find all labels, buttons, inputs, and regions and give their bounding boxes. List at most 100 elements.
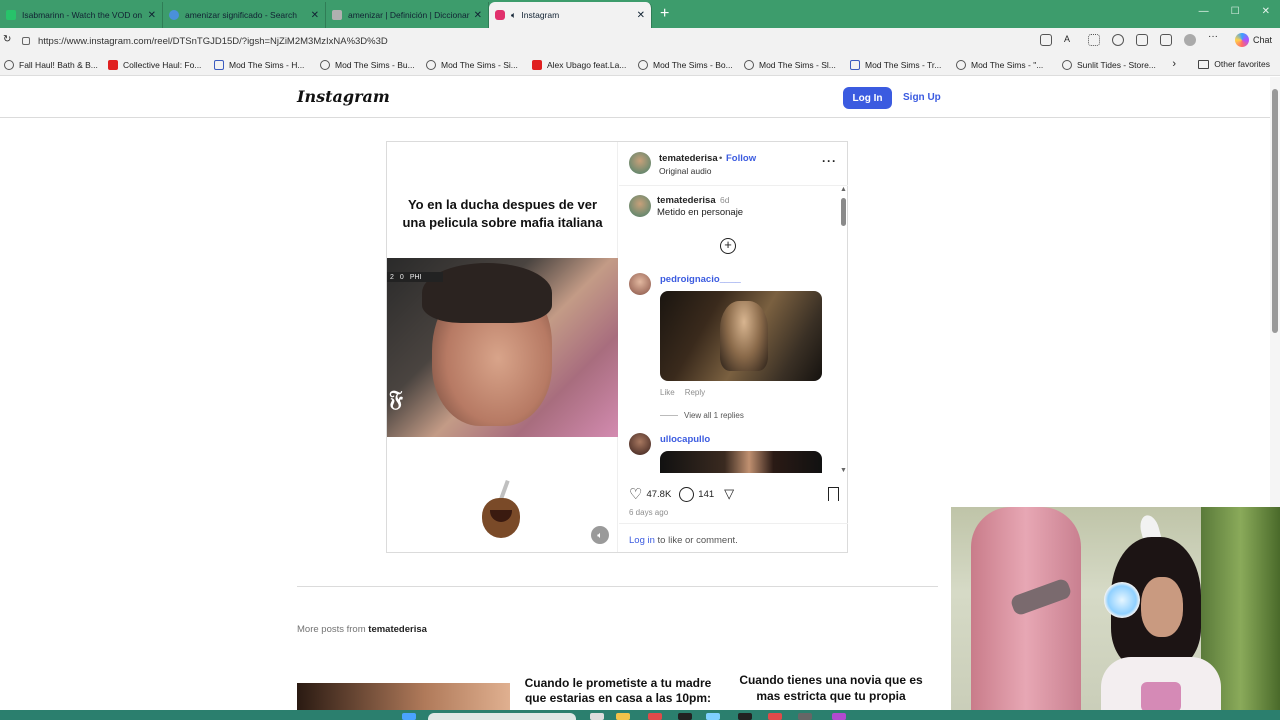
close-tab-icon[interactable]: ✕ (637, 10, 645, 21)
tab-kick-vod[interactable]: Isabmarinn - Watch the VOD on Ki ✕ (0, 2, 163, 28)
tab-instagram[interactable]: 🔈︎ Instagram ✕ (489, 2, 652, 28)
app-icon[interactable] (648, 713, 662, 720)
favorite-item[interactable]: Collective Haul: Fo... (108, 59, 208, 70)
favorite-item[interactable]: Sunlit Tides - Store... (1062, 59, 1162, 70)
favorite-item[interactable]: Mod The Sims - H... (214, 59, 314, 70)
mute-toggle-icon[interactable]: 🔈︎ (591, 526, 609, 544)
collections-icon[interactable] (1160, 34, 1172, 46)
maximize-icon[interactable]: ☐ (1231, 6, 1240, 17)
file-explorer-icon[interactable] (616, 713, 630, 720)
copilot-chat-button[interactable]: Chat (1234, 33, 1272, 47)
avatar[interactable] (629, 195, 651, 217)
post-sidebar: tematederisa • Follow Original audio ···… (619, 142, 848, 552)
new-tab-button[interactable]: + (660, 5, 669, 23)
comments-list[interactable]: tematederisa 6d Metido en personaje + pe… (619, 187, 848, 473)
share-icon[interactable]: ▽ (724, 486, 734, 502)
task-view-icon[interactable] (590, 713, 604, 720)
comment-actions: Like Reply (660, 388, 705, 397)
speaker-icon[interactable]: 🔈︎ (511, 10, 516, 21)
youtube-icon (108, 59, 118, 70)
reel-media[interactable]: Yo en la ducha despues de ver una pelicu… (387, 142, 618, 552)
globe-icon (956, 59, 966, 70)
scroll-up-icon[interactable]: ▲ (840, 186, 847, 193)
bookmark-icon[interactable] (828, 487, 839, 501)
comment-like-button[interactable]: Like (660, 388, 675, 397)
favorite-item[interactable]: Alex Ubago feat.La... (532, 59, 632, 70)
url-field[interactable]: https://www.instagram.com/reel/DTSnTGJD1… (22, 31, 1032, 51)
close-window-icon[interactable]: ✕ (1262, 6, 1270, 17)
favorites-bar: Fall Haul! Bath & B... Collective Haul: … (0, 54, 1280, 76)
avatar[interactable] (629, 152, 651, 174)
scroll-down-icon[interactable]: ▼ (840, 467, 847, 474)
start-icon[interactable] (402, 713, 416, 720)
refresh-icon[interactable]: ↻ (3, 34, 11, 45)
lock-icon[interactable] (22, 37, 30, 45)
caption-time: 6d (720, 195, 730, 205)
favorite-item[interactable]: Fall Haul! Bath & B... (4, 59, 102, 70)
other-favorites-button[interactable]: Other favorites (1198, 59, 1270, 69)
menu-dots-icon[interactable]: ··· (1208, 32, 1220, 46)
taskbar-search[interactable] (428, 713, 576, 720)
sign-up-link[interactable]: Sign Up (903, 92, 941, 103)
more-options-icon[interactable]: ··· (822, 154, 837, 168)
minimize-icon[interactable]: — (1199, 6, 1209, 17)
more-posts-username[interactable]: tematederisa (368, 624, 427, 635)
instagram-header: Instagram Log In Sign Up (0, 77, 1270, 118)
app-icon[interactable] (768, 713, 782, 720)
tab-diccionario[interactable]: amenizar | Definición | Diccionario ✕ (326, 2, 489, 28)
avatar[interactable] (629, 433, 651, 455)
avatar[interactable] (629, 273, 651, 295)
comment-icon[interactable] (679, 486, 695, 502)
extensions-icon[interactable] (1112, 34, 1124, 46)
caption-text: Metido en personaje (657, 207, 744, 218)
favorite-item[interactable]: Mod The Sims - Sl... (744, 59, 844, 70)
profile-avatar[interactable] (1184, 34, 1196, 46)
address-bar: ↻ https://www.instagram.com/reel/DTSnTGJ… (0, 28, 1280, 54)
log-in-button[interactable]: Log In (843, 87, 892, 109)
settings-icon[interactable] (1136, 34, 1148, 46)
caption-username[interactable]: tematederisa (657, 195, 716, 206)
tab-search[interactable]: amenizar significado - Search ✕ (163, 2, 326, 28)
comment-username[interactable]: pedroignacio____ (660, 274, 741, 285)
globe-icon (1062, 59, 1072, 70)
favorite-item[interactable]: Mod The Sims - Si... (426, 59, 526, 70)
favorite-star-icon[interactable] (1088, 34, 1100, 46)
follow-button[interactable]: Follow (726, 153, 756, 164)
search-icon (169, 10, 179, 20)
more-post-thumbnail[interactable] (297, 683, 510, 713)
load-more-comments-icon[interactable]: + (720, 238, 736, 254)
close-tab-icon[interactable]: ✕ (148, 10, 156, 21)
comment-reply-button[interactable]: Reply (685, 388, 705, 397)
scorebug: 2 0 PHI (387, 272, 443, 282)
globe-icon (638, 59, 648, 70)
app-icon[interactable] (738, 713, 752, 720)
favorite-item[interactable]: Mod The Sims - Bo... (638, 59, 738, 70)
close-tab-icon[interactable]: ✕ (311, 10, 319, 21)
read-aloud-icon[interactable]: A (1064, 34, 1076, 46)
original-audio-link[interactable]: Original audio (659, 166, 711, 176)
chevron-right-icon[interactable]: › (1172, 58, 1176, 70)
log-in-link[interactable]: Log in (629, 535, 655, 546)
app-icon[interactable] (678, 713, 692, 720)
instagram-icon (495, 10, 505, 20)
toolbar-icons: A ··· (1040, 32, 1220, 46)
more-post-thumbnail[interactable]: Cuando tienes una novia que es mas estri… (733, 672, 929, 704)
more-post-thumbnail[interactable]: Cuando le prometiste a tu madre que esta… (520, 676, 716, 706)
view-replies-button[interactable]: View all 1 replies (660, 411, 744, 420)
favorite-item[interactable]: Mod The Sims - Tr... (850, 59, 950, 70)
instagram-logo[interactable]: Instagram (297, 87, 390, 106)
edge-icon[interactable] (706, 713, 720, 720)
favorite-item[interactable]: Mod The Sims - "... (956, 59, 1056, 70)
apps-icon[interactable] (1040, 34, 1052, 46)
webcam-overlay (951, 507, 1280, 720)
app-icon[interactable] (832, 713, 846, 720)
section-divider (297, 586, 938, 587)
like-heart-icon[interactable]: ♡ (629, 485, 642, 503)
comment-username[interactable]: ullocapullo (660, 434, 710, 445)
close-tab-icon[interactable]: ✕ (474, 10, 482, 21)
favorite-item[interactable]: Mod The Sims - Bu... (320, 59, 420, 70)
owner-username[interactable]: tematederisa (659, 153, 718, 164)
comments-scrollbar[interactable]: ▲ ▼ (840, 186, 847, 474)
reel-video[interactable]: 2 0 PHI 𝔉 (387, 258, 618, 437)
app-icon[interactable] (798, 713, 812, 720)
